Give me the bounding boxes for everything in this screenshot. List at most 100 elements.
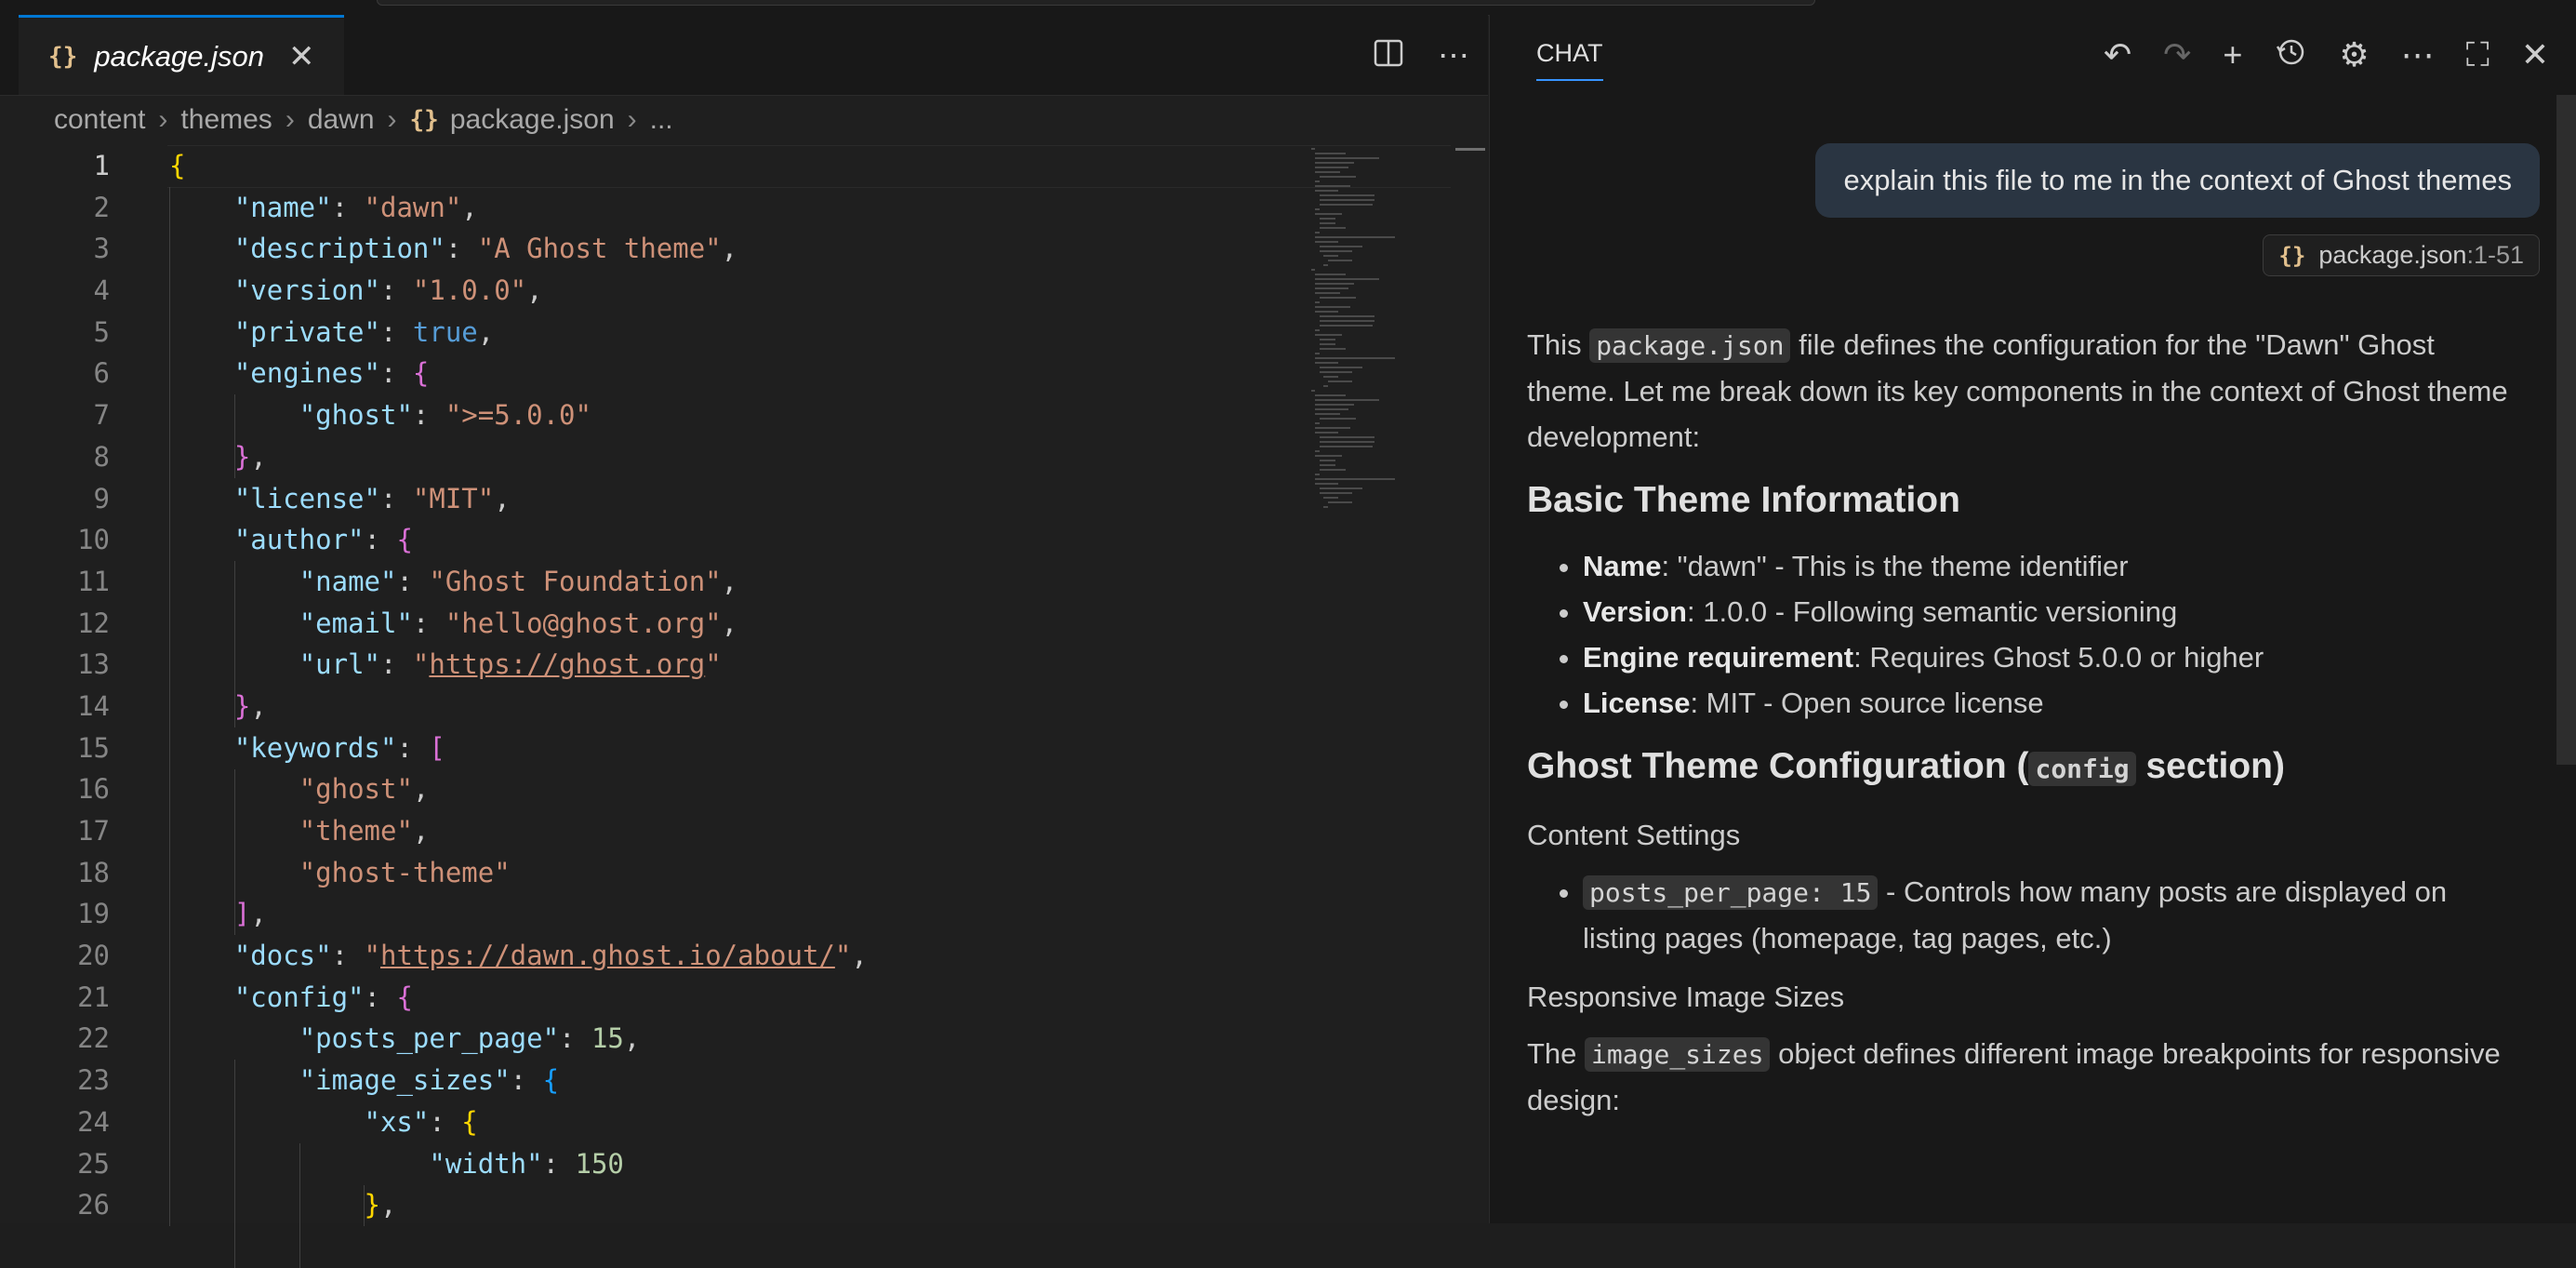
- code-line[interactable]: 20 "docs": "https://dawn.ghost.io/about/…: [0, 935, 1302, 977]
- tab-package-json[interactable]: {} package.json ✕: [19, 15, 344, 95]
- minimap[interactable]: [1311, 145, 1460, 629]
- line-number: 10: [77, 524, 110, 556]
- code-line[interactable]: 11 "name": "Ghost Foundation",: [0, 561, 1302, 603]
- editor-tab-bar: {} package.json ✕ ⋯: [0, 15, 1488, 96]
- indent-guide: [299, 1142, 300, 1268]
- code-text: {: [169, 150, 186, 181]
- split-editor-icon[interactable]: [1373, 37, 1404, 77]
- code-line[interactable]: 23 "image_sizes": {: [0, 1060, 1302, 1101]
- more-icon[interactable]: ⋯: [2401, 35, 2435, 77]
- indent-guide: [233, 768, 235, 936]
- command-center[interactable]: [377, 0, 1815, 6]
- line-number: 8: [93, 440, 110, 473]
- code-line[interactable]: 21 "config": {: [0, 977, 1302, 1019]
- line-number: 14: [77, 689, 110, 722]
- code-line[interactable]: 9 "license": "MIT",: [0, 478, 1302, 520]
- close-icon[interactable]: ✕: [2521, 35, 2549, 77]
- code-line[interactable]: 24 "xs": {: [0, 1101, 1302, 1143]
- json-file-icon: {}: [2278, 243, 2306, 269]
- user-message: explain this file to me in the context o…: [1815, 143, 2540, 218]
- code-line[interactable]: 13 "url": "https://ghost.org": [0, 644, 1302, 686]
- line-number: 5: [93, 315, 110, 348]
- code-text: "posts_per_page": 15,: [299, 1022, 641, 1055]
- heading-basic-info: Basic Theme Information: [1527, 480, 1960, 520]
- line-number: 2: [93, 191, 110, 223]
- code-line[interactable]: 8 },: [0, 436, 1302, 478]
- code-text: "url": "https://ghost.org": [299, 648, 722, 681]
- line-number: 1: [93, 150, 110, 181]
- code-text: "config": {: [233, 981, 413, 1013]
- code-text: "name": "dawn",: [233, 191, 478, 223]
- chevron-right-icon: ›: [387, 104, 397, 135]
- code-line[interactable]: 4 "version": "1.0.0",: [0, 270, 1302, 312]
- chat-title-tab[interactable]: CHAT: [1536, 39, 1603, 81]
- gear-icon[interactable]: ⚙: [2339, 35, 2369, 77]
- new-chat-icon[interactable]: +: [2223, 35, 2242, 77]
- code-line[interactable]: 10 "author": {: [0, 519, 1302, 561]
- breadcrumb-item-themes[interactable]: themes: [180, 104, 272, 136]
- code-line[interactable]: 25 "width": 150: [0, 1143, 1302, 1185]
- line-number: 19: [77, 898, 110, 930]
- indent-guide: [169, 186, 170, 1227]
- chat-panel: CHAT ↶ ↷ + ⚙ ⋯ ⛶ ✕ explain this file to …: [1489, 15, 2576, 1223]
- content-settings-list: posts_per_page: 15 - Controls how many p…: [1527, 869, 2513, 961]
- image-sizes-paragraph: The image_sizes object defines different…: [1527, 1037, 2501, 1116]
- line-number: 17: [77, 815, 110, 847]
- code-line[interactable]: 22 "posts_per_page": 15,: [0, 1018, 1302, 1060]
- code-line[interactable]: 12 "email": "hello@ghost.org",: [0, 603, 1302, 645]
- code-text: },: [233, 440, 267, 473]
- maximize-icon[interactable]: ⛶: [2466, 35, 2490, 77]
- line-number: 25: [77, 1147, 110, 1180]
- inline-code: package.json: [1589, 328, 1791, 363]
- title-bar: [0, 0, 2576, 16]
- code-line[interactable]: 19 ],: [0, 893, 1302, 935]
- code-text: ],: [233, 898, 267, 930]
- code-line[interactable]: 5 "private": true,: [0, 312, 1302, 354]
- code-line[interactable]: 2 "name": "dawn",: [0, 187, 1302, 229]
- editor-actions: ⋯: [1373, 37, 1469, 77]
- line-number: 7: [93, 399, 110, 432]
- list-item: Engine requirement: Requires Ghost 5.0.0…: [1583, 634, 2513, 680]
- code-line[interactable]: 1{: [0, 145, 1302, 187]
- editor-scrollbar[interactable]: [1455, 148, 1485, 151]
- breadcrumb-item-symbol[interactable]: ...: [650, 104, 673, 136]
- history-icon[interactable]: [2274, 35, 2307, 77]
- line-number: 23: [77, 1064, 110, 1097]
- code-line[interactable]: 6 "engines": {: [0, 353, 1302, 394]
- code-text: "description": "A Ghost theme",: [233, 233, 738, 265]
- redo-icon[interactable]: ↷: [2163, 35, 2191, 77]
- more-actions-icon[interactable]: ⋯: [1438, 37, 1469, 77]
- code-text: "email": "hello@ghost.org",: [299, 607, 738, 639]
- code-line[interactable]: 18 "ghost-theme": [0, 852, 1302, 894]
- code-text: "image_sizes": {: [299, 1064, 560, 1097]
- line-number: 6: [93, 357, 110, 390]
- code-line[interactable]: 7 "ghost": ">=5.0.0": [0, 394, 1302, 436]
- editor-area: {} package.json ✕ ⋯ content › themes › d…: [0, 15, 1488, 1268]
- line-number: 22: [77, 1022, 110, 1055]
- code-text: "docs": "https://dawn.ghost.io/about/",: [233, 940, 868, 972]
- chevron-right-icon: ›: [627, 104, 637, 135]
- code-text: "name": "Ghost Foundation",: [299, 565, 738, 597]
- file-reference[interactable]: {} package.json:1-51: [2263, 234, 2540, 276]
- breadcrumb-item-dawn[interactable]: dawn: [308, 104, 375, 136]
- code-text: "ghost": ">=5.0.0": [299, 399, 591, 432]
- code-line[interactable]: 16 "ghost",: [0, 768, 1302, 810]
- breadcrumb-item-content[interactable]: content: [54, 104, 145, 136]
- code-editor[interactable]: 1{2 "name": "dawn", 3 "description": "A G…: [0, 145, 1302, 1268]
- undo-icon[interactable]: ↶: [2104, 35, 2131, 77]
- chat-scrollbar[interactable]: [2556, 95, 2576, 765]
- code-line[interactable]: 3 "description": "A Ghost theme",: [0, 228, 1302, 270]
- code-line[interactable]: 15 "keywords": [: [0, 727, 1302, 769]
- tab-label: package.json: [94, 39, 264, 73]
- code-text: "keywords": [: [233, 731, 445, 764]
- inline-code: posts_per_page: 15: [1583, 875, 1879, 910]
- code-line[interactable]: 14 },: [0, 686, 1302, 727]
- json-file-icon: {}: [409, 106, 439, 134]
- code-line[interactable]: 26 },: [0, 1184, 1302, 1226]
- subheading-image-sizes: Responsive Image Sizes: [1527, 981, 1845, 1013]
- line-number: 18: [77, 856, 110, 888]
- code-line[interactable]: 17 "theme",: [0, 810, 1302, 852]
- close-icon[interactable]: ✕: [288, 38, 315, 75]
- breadcrumb-item-file[interactable]: package.json: [450, 104, 615, 136]
- basic-info-list: Name: "dawn" - This is the theme identif…: [1527, 543, 2513, 726]
